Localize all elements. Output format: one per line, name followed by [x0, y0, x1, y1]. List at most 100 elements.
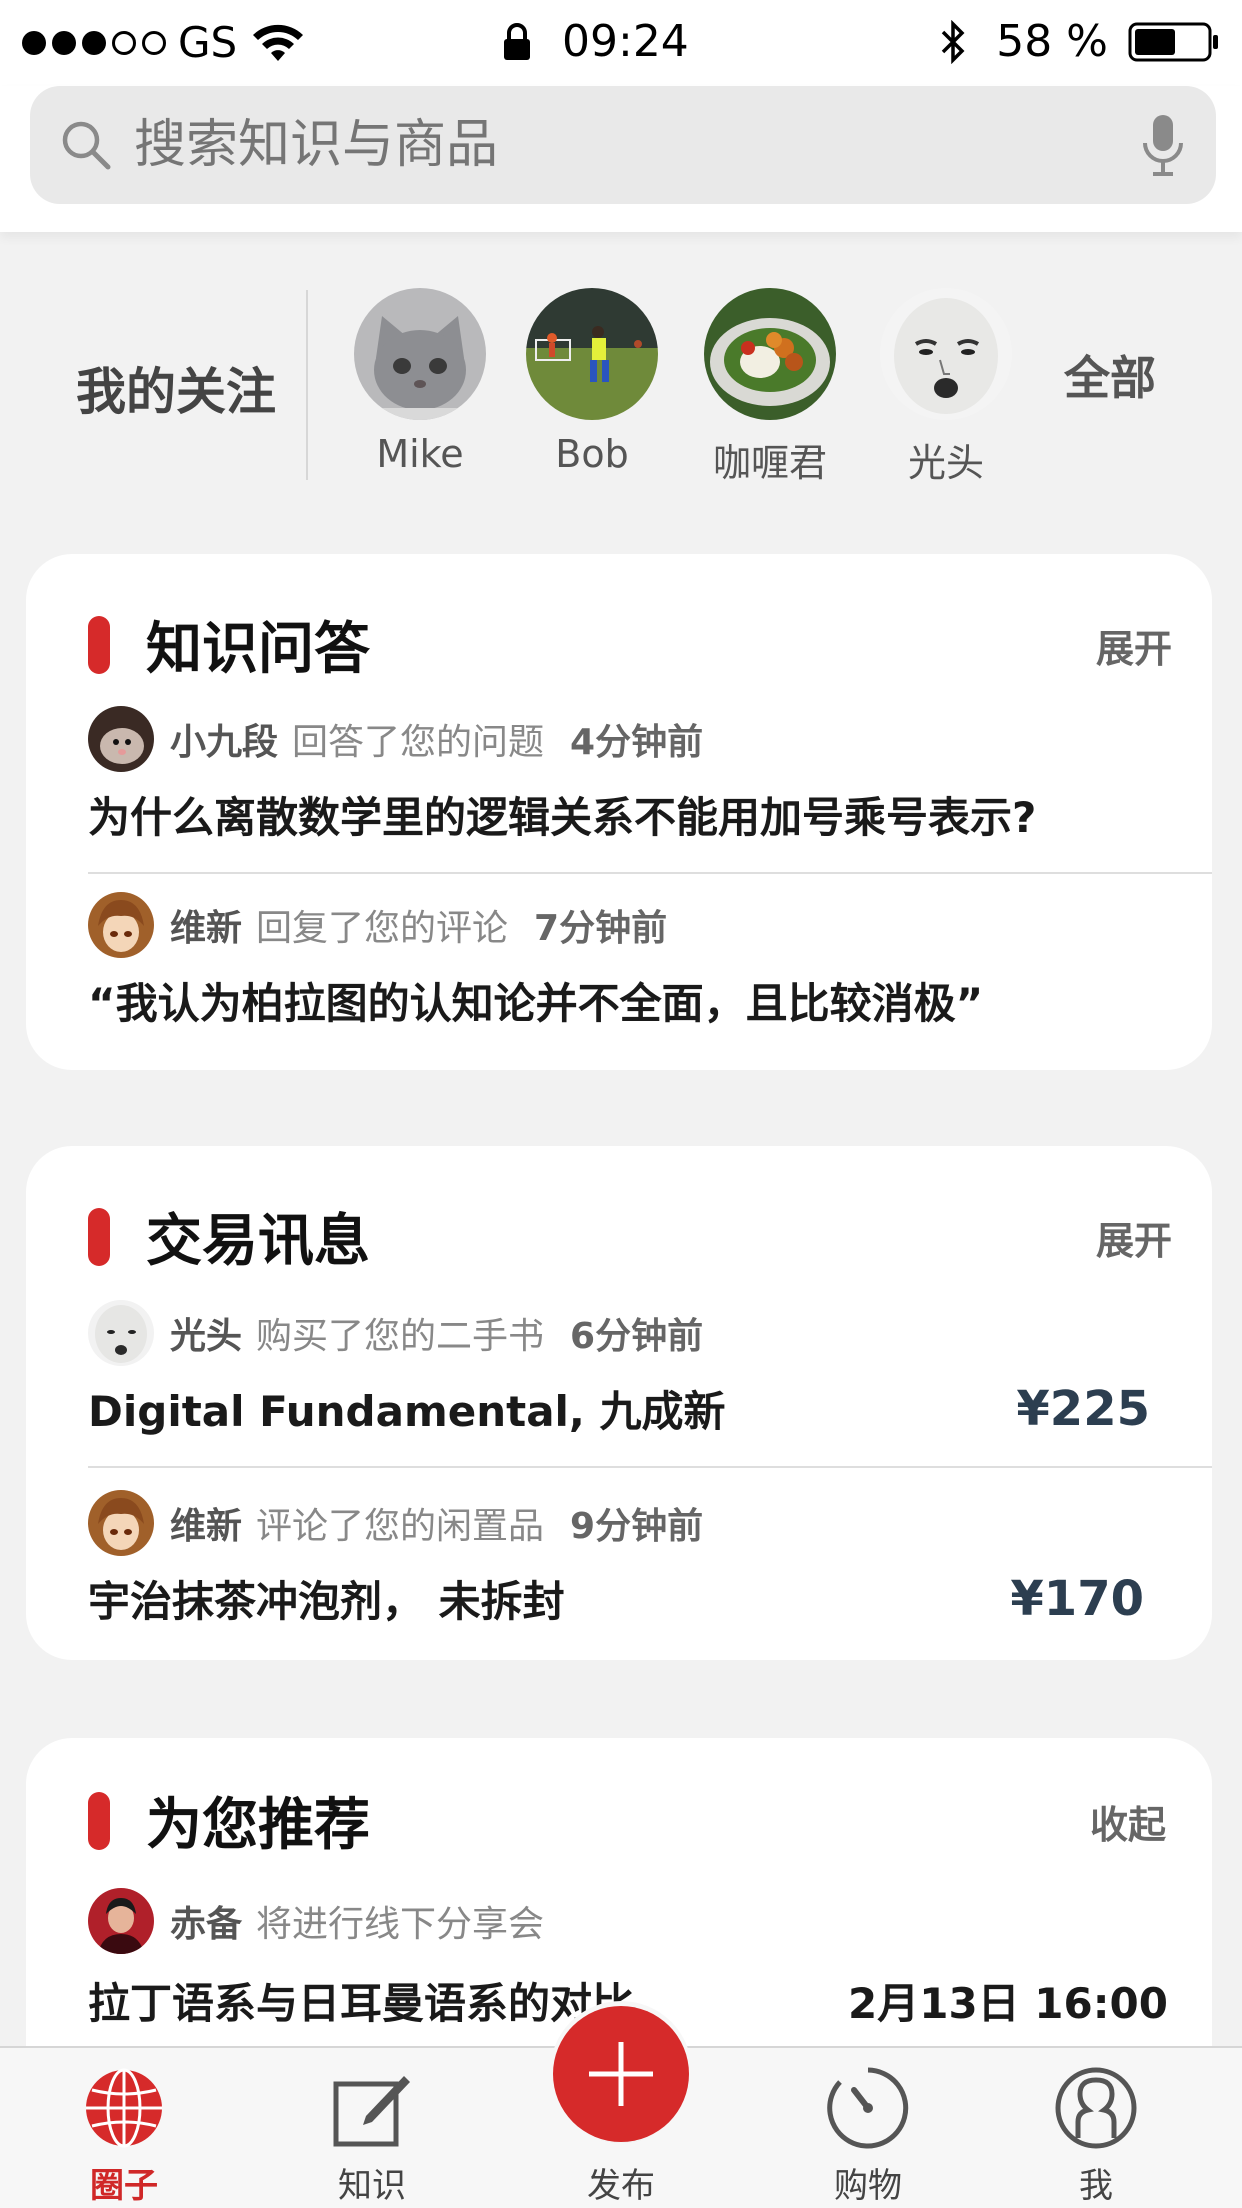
avatar[interactable] — [88, 1300, 154, 1366]
search-icon — [62, 121, 111, 170]
signal-dot-icon — [112, 30, 136, 55]
list-item[interactable]: 赤备 将进行线下分享会 拉丁语系与日耳曼语系的对比 2月13日 16:00 — [88, 1888, 1212, 2031]
tab-label: 我 — [1079, 2166, 1113, 2206]
feed-user-name[interactable]: 小九段 — [170, 713, 278, 765]
card-title: 交易讯息 — [146, 1209, 370, 1274]
tab-shopping[interactable]: 购物 — [798, 2066, 938, 2207]
feed-time: 6分钟前 — [570, 1316, 704, 1357]
following-user-name: 光头 — [907, 441, 984, 485]
tab-label: 知识 — [338, 2166, 406, 2206]
bluetooth-icon — [941, 19, 965, 64]
list-item[interactable]: 维新 回复了您的评论 7分钟前 “我认为柏拉图的认知论并不全面，且比较消极” — [88, 892, 1212, 1031]
search-input[interactable] — [134, 115, 1140, 175]
price-label: ¥225 — [1016, 1380, 1150, 1437]
search-bar[interactable] — [30, 86, 1216, 204]
battery-percent: 58 % — [996, 16, 1108, 67]
curry-dish-avatar — [704, 288, 836, 420]
list-item[interactable]: 维新 评论了您的闲置品 9分钟前 宇治抹茶冲泡剂， 未拆封 ¥170 — [88, 1490, 1212, 1629]
plus-icon — [589, 2042, 653, 2106]
following-user-bob[interactable]: Bob — [522, 288, 662, 476]
feed-line: 宇治抹茶冲泡剂， 未拆封 ¥170 — [88, 1568, 1212, 1629]
lock-icon — [504, 22, 530, 60]
avatar — [526, 288, 658, 420]
anime-girl-avatar — [88, 1490, 154, 1556]
avatar[interactable] — [88, 1490, 154, 1556]
timer-icon — [827, 2067, 909, 2149]
feed-line: Digital Fundamental, 九成新 ¥225 — [88, 1378, 1212, 1439]
expand-button[interactable]: 展开 — [1096, 618, 1172, 673]
avatar — [704, 288, 836, 420]
following-title: 我的关注 — [76, 363, 276, 421]
divider — [88, 872, 1212, 874]
feed-meta: 赤备 将进行线下分享会 — [88, 1888, 1212, 1954]
feed-content[interactable]: “我认为柏拉图的认知论并不全面，且比较消极” — [88, 970, 983, 1031]
wifi-icon — [253, 24, 304, 61]
person-avatar — [88, 1888, 154, 1954]
list-item[interactable]: 光头 购买了您的二手书 6分钟前 Digital Fundamental, 九成… — [88, 1300, 1212, 1439]
tab-knowledge[interactable]: 知识 — [302, 2066, 442, 2207]
feed-content[interactable]: 宇治抹茶冲泡剂， 未拆封 — [88, 1568, 565, 1629]
following-user-name: 咖喱君 — [712, 441, 827, 485]
card-header: 交易讯息 — [88, 1196, 370, 1277]
feed-action: 将进行线下分享会 — [256, 1904, 545, 1945]
feed-content[interactable]: 为什么离散数学里的逻辑关系不能用加号乘号表示? — [88, 784, 1036, 845]
signal-area: GS — [22, 18, 305, 67]
tab-circle[interactable]: 圈子 — [54, 2066, 194, 2207]
bald-face-meme-avatar — [880, 288, 1012, 420]
collapse-button[interactable]: 收起 — [1090, 1794, 1166, 1849]
following-user-name: Bob — [555, 432, 629, 476]
accent-bar — [88, 1207, 110, 1266]
accent-bar — [88, 615, 110, 674]
feed-content[interactable]: 拉丁语系与日耳曼语系的对比 — [88, 1970, 634, 2031]
feed-action: 评论了您的闲置品 — [256, 1506, 545, 1547]
avatar — [880, 288, 1012, 420]
list-item[interactable]: 小九段 回答了您的问题 4分钟前 为什么离散数学里的逻辑关系不能用加号乘号表示? — [88, 706, 1212, 845]
search-header — [0, 86, 1242, 232]
signal-dot-icon — [142, 30, 166, 55]
bald-face-meme-avatar — [88, 1300, 154, 1366]
signal-dot-icon — [22, 30, 46, 55]
tab-label: 发布 — [587, 2166, 655, 2206]
avatar[interactable] — [88, 1888, 154, 1954]
avatar[interactable] — [88, 706, 154, 772]
grey-cat-avatar — [354, 288, 486, 420]
tab-me[interactable]: 我 — [1026, 2066, 1166, 2207]
feed-action: 购买了您的二手书 — [256, 1316, 545, 1357]
accent-bar — [88, 1791, 110, 1850]
battery-area: 58 % — [938, 16, 1220, 67]
publish-button[interactable] — [553, 2006, 689, 2142]
tab-label: 圈子 — [90, 2166, 158, 2206]
feed-user-name[interactable]: 维新 — [170, 1497, 242, 1549]
trade-card: 交易讯息 展开 光头 购买了您的二手书 6分钟前 Digital Fundame… — [26, 1146, 1212, 1660]
following-user-name: Mike — [376, 432, 464, 476]
avatar[interactable] — [88, 892, 154, 958]
feed-meta: 小九段 回答了您的问题 4分钟前 — [88, 706, 1212, 772]
feed-line: “我认为柏拉图的认知论并不全面，且比较消极” — [88, 970, 1212, 1031]
feed-time: 7分钟前 — [534, 908, 668, 949]
qa-card: 知识问答 展开 小九段 回答了您的问题 4分钟前 为什么离散数学里的逻辑关系不能… — [26, 554, 1212, 1070]
microphone-icon[interactable] — [1140, 113, 1186, 177]
following-user-bald[interactable]: 光头 — [876, 288, 1016, 487]
time-area: 09:24 — [502, 16, 689, 67]
feed-meta: 维新 回复了您的评论 7分钟前 — [88, 892, 1212, 958]
user-icon — [1055, 2067, 1137, 2149]
globe-icon — [86, 2068, 162, 2148]
battery-icon — [1128, 22, 1218, 61]
feed-user-name[interactable]: 维新 — [170, 899, 242, 951]
view-all-following-link[interactable]: 全部 — [1064, 342, 1156, 408]
divider — [306, 290, 308, 480]
feed-user-name[interactable]: 光头 — [170, 1307, 242, 1359]
feed-user-name[interactable]: 赤备 — [170, 1895, 242, 1947]
expand-button[interactable]: 展开 — [1096, 1210, 1172, 1265]
avatar — [354, 288, 486, 420]
carrier-name: GS — [178, 18, 238, 67]
tab-label: 购物 — [834, 2166, 902, 2206]
feed-content[interactable]: Digital Fundamental, 九成新 — [88, 1378, 726, 1439]
clock-time: 09:24 — [562, 16, 689, 67]
following-section: 我的关注 Mike Bob 咖喱君 光头 全部 — [0, 232, 1242, 522]
following-user-curry[interactable]: 咖喱君 — [700, 288, 840, 487]
feed-action: 回答了您的问题 — [292, 722, 545, 763]
following-user-mike[interactable]: Mike — [350, 288, 490, 476]
card-title: 知识问答 — [146, 617, 370, 682]
anime-girl-avatar — [88, 892, 154, 958]
